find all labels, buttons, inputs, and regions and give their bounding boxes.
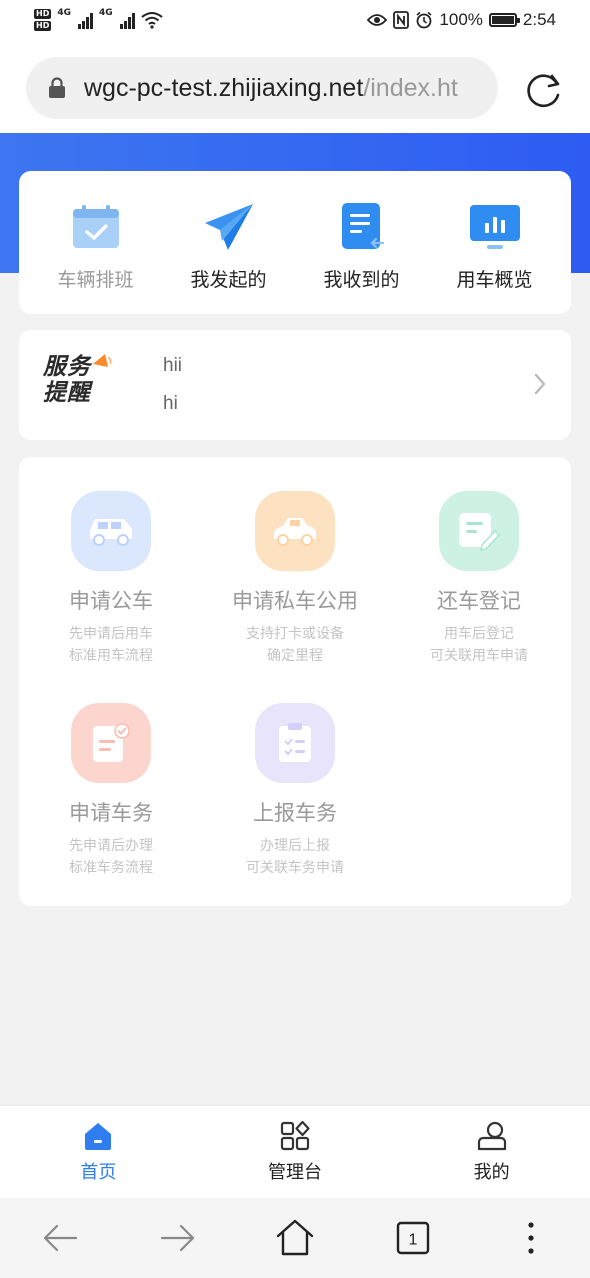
arrow-right-icon <box>160 1224 195 1252</box>
service-apply-public-car[interactable]: 申请公车 先申请后用车 标准用车流程 <box>19 491 203 667</box>
quick-actions-card: 车辆排班 我发起的 我收到的 用车概览 <box>19 171 571 314</box>
battery-icon <box>488 13 520 27</box>
document-check-icon <box>71 703 151 783</box>
service-title: 申请车务 <box>69 801 153 825</box>
quick-action-label: 车辆排班 <box>57 269 134 291</box>
service-notice-card[interactable]: 服务 提醒 hii hi <box>19 330 571 440</box>
address-bar[interactable]: wgc-pc-test.zhijiaxing.net/index.ht <box>26 57 498 119</box>
tabs-button[interactable]: 1 <box>391 1216 435 1260</box>
quick-action-received[interactable]: 我收到的 <box>302 203 422 292</box>
paper-plane-icon <box>203 203 255 251</box>
browser-toolbar: wgc-pc-test.zhijiaxing.net/index.ht <box>0 40 590 133</box>
chevron-right-icon <box>534 373 546 395</box>
megaphone-icon <box>93 354 112 367</box>
service-report-car-affair[interactable]: 上报车务 办理后上报 可关联车务申请 <box>203 703 387 879</box>
service-title: 上报车务 <box>253 801 337 825</box>
service-desc: 标准用车流程 <box>69 648 153 664</box>
quick-action-overview[interactable]: 用车概览 <box>435 203 555 292</box>
tab-label: 管理台 <box>267 1162 322 1183</box>
service-desc: 可关联车务申请 <box>246 860 344 876</box>
notice-line: hi <box>163 393 178 414</box>
home-outline-icon <box>276 1219 314 1256</box>
wifi-icon <box>141 12 163 29</box>
service-apply-private-car[interactable]: 申请私车公用 支持打卡或设备 确定里程 <box>203 491 387 667</box>
url-host: wgc-pc-test.zhijiaxing.net <box>84 73 364 102</box>
car-icon <box>71 491 151 571</box>
service-desc: 办理后上报 <box>260 838 330 854</box>
nfc-icon <box>393 11 410 29</box>
signal-icon <box>119 11 135 29</box>
eye-icon <box>367 14 388 26</box>
alarm-icon <box>416 11 432 29</box>
clock: 2:54 <box>522 10 556 29</box>
signal-icon <box>78 11 93 29</box>
forward-button[interactable] <box>156 1216 200 1260</box>
edit-note-icon <box>439 491 519 571</box>
service-title: 申请公车 <box>69 589 153 613</box>
quick-action-label: 我收到的 <box>323 269 400 291</box>
calendar-check-icon <box>70 203 122 251</box>
car-icon <box>255 491 335 571</box>
tab-management[interactable]: 管理台 <box>235 1120 355 1198</box>
tab-count: 1 <box>409 1232 418 1249</box>
home-icon <box>85 1123 112 1150</box>
quick-action-schedule[interactable]: 车辆排班 <box>36 203 156 292</box>
service-desc: 先申请后用车 <box>69 626 153 642</box>
network-type-1: 4G <box>57 8 71 18</box>
menu-button[interactable] <box>509 1216 553 1260</box>
quick-action-label: 用车概览 <box>456 269 533 291</box>
chart-monitor-icon <box>469 203 521 251</box>
network-type-2: 4G <box>99 8 113 18</box>
lock-icon <box>49 77 65 98</box>
tab-label: 我的 <box>473 1162 510 1183</box>
service-desc: 可关联用车申请 <box>430 648 528 664</box>
status-bar: HD HD 4G 4G 100% 2:54 <box>0 0 590 40</box>
back-button[interactable] <box>38 1216 82 1260</box>
tab-home[interactable]: 首页 <box>38 1120 158 1198</box>
tab-mine[interactable]: 我的 <box>432 1120 552 1198</box>
home-button[interactable] <box>273 1216 317 1260</box>
battery-percent: 100% <box>439 10 483 29</box>
service-desc: 确定里程 <box>267 648 323 664</box>
service-desc: 支持打卡或设备 <box>246 626 344 642</box>
tab-label: 首页 <box>80 1162 117 1183</box>
quick-action-label: 我发起的 <box>190 269 267 291</box>
service-return-car[interactable]: 还车登记 用车后登记 可关联用车申请 <box>387 491 571 667</box>
url-path: /index.ht <box>363 73 458 102</box>
grid-icon <box>280 1120 310 1151</box>
service-apply-car-affair[interactable]: 申请车务 先申请后办理 标准车务流程 <box>19 703 203 879</box>
browser-nav-bar: 1 <box>0 1198 590 1278</box>
service-desc: 用车后登记 <box>444 626 514 642</box>
user-icon <box>477 1121 506 1151</box>
more-vertical-icon <box>528 1222 534 1254</box>
service-notice-logo: 服务 提醒 <box>43 354 115 416</box>
service-title: 申请私车公用 <box>232 589 358 613</box>
service-title: 还车登记 <box>437 589 521 613</box>
reload-icon[interactable] <box>524 70 564 110</box>
service-desc: 先申请后办理 <box>69 838 153 854</box>
bottom-tab-bar: 首页 管理台 我的 <box>0 1105 590 1198</box>
tabs-icon: 1 <box>396 1221 430 1255</box>
quick-action-initiated[interactable]: 我发起的 <box>169 203 289 292</box>
services-card: 申请公车 先申请后用车 标准用车流程 申请私车公用 支持打卡或设备 确定里程 还… <box>19 457 571 906</box>
notice-line: hii <box>163 355 183 376</box>
service-desc: 标准车务流程 <box>69 860 153 876</box>
page-content: 车辆排班 我发起的 我收到的 用车概览 服务 提醒 hii hi 申请公车 先申… <box>0 133 590 1105</box>
arrow-left-icon <box>43 1224 78 1252</box>
hd-icon: HD HD <box>34 9 52 31</box>
document-inbox-icon <box>336 203 388 251</box>
clipboard-icon <box>255 703 335 783</box>
logo-line-2: 提醒 <box>43 380 91 406</box>
